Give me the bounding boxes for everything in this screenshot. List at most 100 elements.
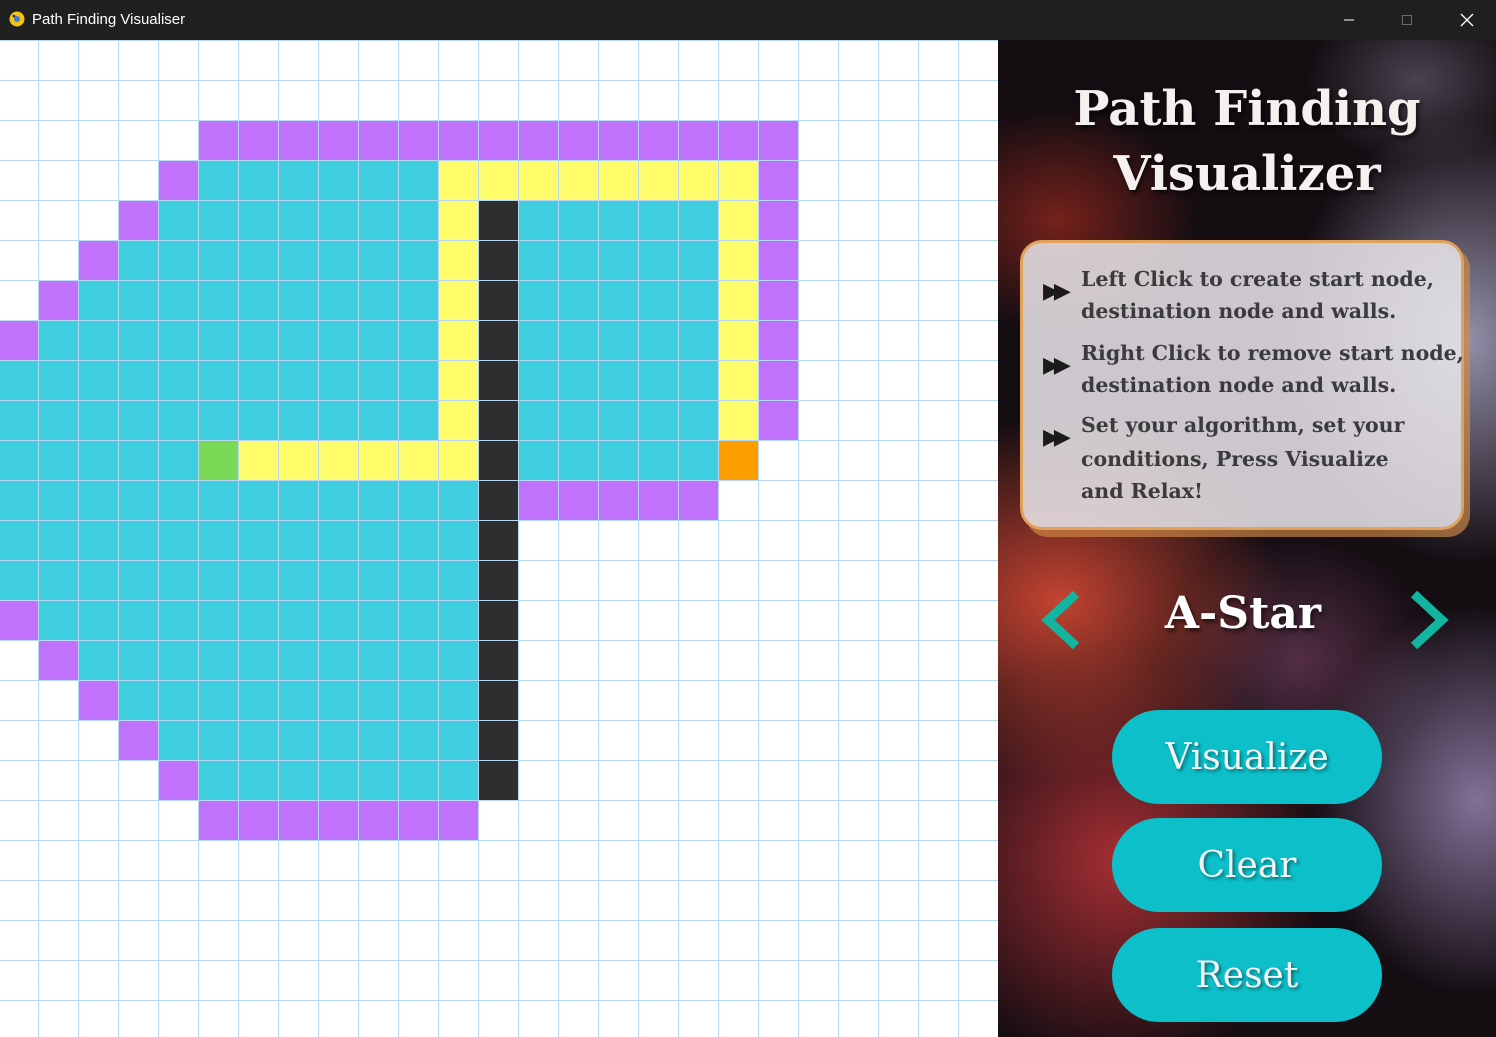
path-cell[interactable] bbox=[438, 400, 478, 440]
closed-cell[interactable] bbox=[318, 760, 358, 800]
closed-cell[interactable] bbox=[278, 280, 318, 320]
closed-cell[interactable] bbox=[198, 160, 238, 200]
closed-cell[interactable] bbox=[238, 480, 278, 520]
closed-cell[interactable] bbox=[78, 440, 118, 480]
path-cell[interactable] bbox=[438, 280, 478, 320]
closed-cell[interactable] bbox=[38, 480, 78, 520]
closed-cell[interactable] bbox=[198, 200, 238, 240]
closed-cell[interactable] bbox=[198, 760, 238, 800]
closed-cell[interactable] bbox=[198, 320, 238, 360]
closed-cell[interactable] bbox=[118, 440, 158, 480]
closed-cell[interactable] bbox=[558, 200, 598, 240]
closed-cell[interactable] bbox=[198, 520, 238, 560]
path-cell[interactable] bbox=[238, 440, 278, 480]
open-cell[interactable] bbox=[78, 240, 118, 280]
closed-cell[interactable] bbox=[558, 440, 598, 480]
closed-cell[interactable] bbox=[558, 400, 598, 440]
closed-cell[interactable] bbox=[198, 600, 238, 640]
closed-cell[interactable] bbox=[0, 400, 38, 440]
closed-cell[interactable] bbox=[118, 520, 158, 560]
closed-cell[interactable] bbox=[118, 560, 158, 600]
closed-cell[interactable] bbox=[78, 360, 118, 400]
closed-cell[interactable] bbox=[0, 360, 38, 400]
closed-cell[interactable] bbox=[238, 360, 278, 400]
open-cell[interactable] bbox=[158, 760, 198, 800]
end-cell[interactable] bbox=[718, 440, 758, 480]
wall-cell[interactable] bbox=[478, 600, 518, 640]
closed-cell[interactable] bbox=[238, 320, 278, 360]
path-cell[interactable] bbox=[318, 440, 358, 480]
wall-cell[interactable] bbox=[478, 400, 518, 440]
closed-cell[interactable] bbox=[398, 520, 438, 560]
closed-cell[interactable] bbox=[118, 640, 158, 680]
closed-cell[interactable] bbox=[358, 560, 398, 600]
wall-cell[interactable] bbox=[478, 320, 518, 360]
closed-cell[interactable] bbox=[198, 360, 238, 400]
closed-cell[interactable] bbox=[118, 600, 158, 640]
wall-cell[interactable] bbox=[478, 560, 518, 600]
closed-cell[interactable] bbox=[678, 440, 718, 480]
closed-cell[interactable] bbox=[318, 320, 358, 360]
open-cell[interactable] bbox=[478, 120, 518, 160]
open-cell[interactable] bbox=[598, 120, 638, 160]
closed-cell[interactable] bbox=[318, 520, 358, 560]
closed-cell[interactable] bbox=[398, 360, 438, 400]
closed-cell[interactable] bbox=[638, 440, 678, 480]
closed-cell[interactable] bbox=[158, 440, 198, 480]
open-cell[interactable] bbox=[678, 120, 718, 160]
reset-button[interactable]: Reset bbox=[1112, 928, 1382, 1022]
open-cell[interactable] bbox=[518, 120, 558, 160]
path-cell[interactable] bbox=[718, 160, 758, 200]
closed-cell[interactable] bbox=[78, 600, 118, 640]
closed-cell[interactable] bbox=[198, 240, 238, 280]
closed-cell[interactable] bbox=[318, 240, 358, 280]
closed-cell[interactable] bbox=[278, 680, 318, 720]
closed-cell[interactable] bbox=[358, 360, 398, 400]
closed-cell[interactable] bbox=[678, 200, 718, 240]
open-cell[interactable] bbox=[358, 800, 398, 840]
path-cell[interactable] bbox=[398, 440, 438, 480]
closed-cell[interactable] bbox=[198, 680, 238, 720]
closed-cell[interactable] bbox=[78, 320, 118, 360]
path-cell[interactable] bbox=[638, 160, 678, 200]
closed-cell[interactable] bbox=[278, 600, 318, 640]
open-cell[interactable] bbox=[38, 640, 78, 680]
open-cell[interactable] bbox=[758, 120, 798, 160]
open-cell[interactable] bbox=[718, 120, 758, 160]
closed-cell[interactable] bbox=[318, 640, 358, 680]
closed-cell[interactable] bbox=[318, 200, 358, 240]
closed-cell[interactable] bbox=[158, 320, 198, 360]
closed-cell[interactable] bbox=[678, 320, 718, 360]
open-cell[interactable] bbox=[758, 240, 798, 280]
open-cell[interactable] bbox=[758, 160, 798, 200]
closed-cell[interactable] bbox=[598, 400, 638, 440]
wall-cell[interactable] bbox=[478, 240, 518, 280]
closed-cell[interactable] bbox=[358, 600, 398, 640]
closed-cell[interactable] bbox=[78, 640, 118, 680]
closed-cell[interactable] bbox=[598, 240, 638, 280]
closed-cell[interactable] bbox=[278, 760, 318, 800]
closed-cell[interactable] bbox=[78, 560, 118, 600]
path-cell[interactable] bbox=[718, 280, 758, 320]
closed-cell[interactable] bbox=[398, 560, 438, 600]
open-cell[interactable] bbox=[438, 800, 478, 840]
closed-cell[interactable] bbox=[0, 560, 38, 600]
open-cell[interactable] bbox=[198, 120, 238, 160]
open-cell[interactable] bbox=[238, 120, 278, 160]
path-cell[interactable] bbox=[718, 240, 758, 280]
closed-cell[interactable] bbox=[158, 360, 198, 400]
open-cell[interactable] bbox=[758, 400, 798, 440]
open-cell[interactable] bbox=[118, 200, 158, 240]
wall-cell[interactable] bbox=[478, 520, 518, 560]
closed-cell[interactable] bbox=[78, 480, 118, 520]
path-cell[interactable] bbox=[358, 440, 398, 480]
closed-cell[interactable] bbox=[278, 720, 318, 760]
path-cell[interactable] bbox=[438, 240, 478, 280]
open-cell[interactable] bbox=[118, 720, 158, 760]
path-cell[interactable] bbox=[438, 440, 478, 480]
closed-cell[interactable] bbox=[238, 520, 278, 560]
open-cell[interactable] bbox=[558, 480, 598, 520]
path-cell[interactable] bbox=[438, 320, 478, 360]
maximize-button[interactable] bbox=[1378, 0, 1436, 40]
open-cell[interactable] bbox=[638, 120, 678, 160]
